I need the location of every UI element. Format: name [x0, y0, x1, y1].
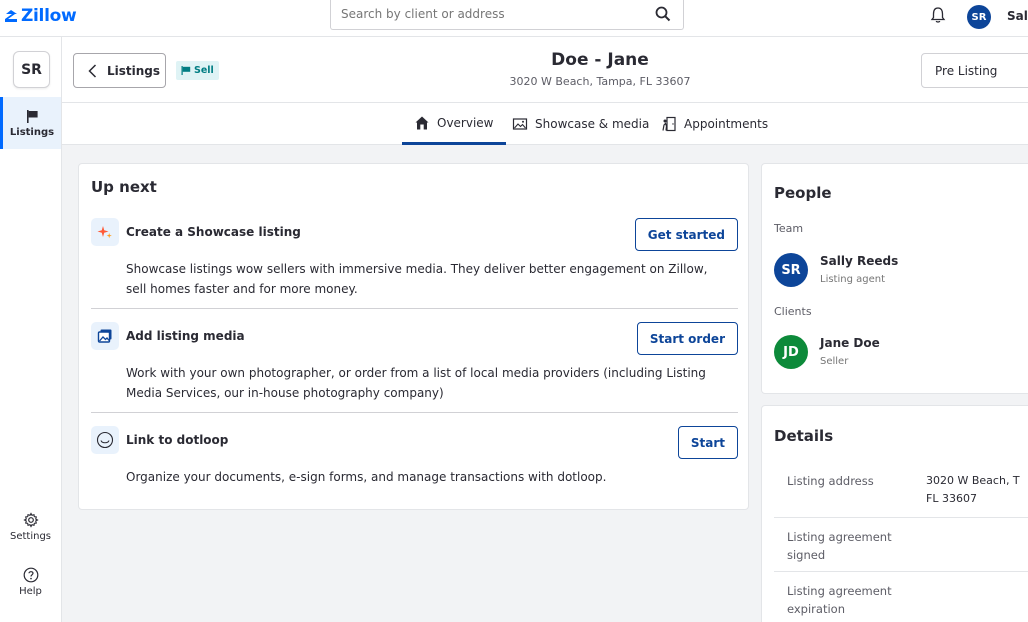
person-role: Seller — [820, 356, 849, 367]
zillow-z-icon — [5, 10, 17, 22]
rail-avatar[interactable]: SR — [13, 51, 50, 88]
sell-badge: Sell — [176, 61, 219, 80]
image-icon — [512, 118, 528, 130]
tab-label: Appointments — [684, 117, 769, 131]
detail-label: Listing agreement expiration — [787, 584, 892, 616]
task-description: Organize your documents, e-sign forms, a… — [126, 470, 607, 484]
bell-icon[interactable] — [929, 6, 947, 24]
start-dotloop-button[interactable]: Start — [677, 426, 738, 459]
detail-label: Listing address — [787, 474, 874, 488]
user-name[interactable]: Sally — [1007, 9, 1028, 23]
search-icon[interactable] — [655, 6, 671, 22]
tab-label: Overview — [437, 115, 494, 130]
flag-icon — [181, 66, 191, 75]
people-card: People Team SR Sally Reeds Listing agent… — [761, 163, 1028, 394]
settings-label: Settings — [9, 531, 51, 542]
help-label: Help — [19, 586, 42, 597]
detail-value-line: 3020 W Beach, T — [926, 474, 1020, 487]
dotloop-icon — [91, 426, 119, 454]
tab-label: Showcase & media — [535, 117, 650, 131]
left-rail: SR Listings Settings Help — [0, 37, 62, 622]
tab-bar: Overview Showcase & media Appointments — [62, 103, 1028, 145]
task-link-dotloop: Link to dotloop Start Organize your docu… — [91, 426, 738, 486]
detail-value-line: FL 33607 — [926, 492, 977, 505]
zillow-logo[interactable]: Zillow — [4, 6, 77, 26]
people-heading: People — [774, 184, 832, 202]
back-to-listings-button[interactable]: Listings — [73, 53, 166, 88]
task-title: Add listing media — [126, 329, 245, 343]
detail-row: Listing agreement signed — [774, 517, 1028, 571]
task-title: Link to dotloop — [126, 433, 229, 447]
avatar[interactable]: JD — [774, 335, 808, 369]
listing-header: Listings Sell Doe - Jane 3020 W Beach, T… — [62, 37, 1028, 103]
task-divider — [91, 308, 738, 309]
detail-row: Listing address 3020 W Beach, T FL 33607 — [774, 453, 1028, 517]
task-title: Create a Showcase listing — [126, 225, 301, 239]
top-bar: Zillow SR Sally — [0, 0, 1028, 37]
sell-badge-label: Sell — [194, 65, 214, 76]
up-next-heading: Up next — [91, 178, 157, 196]
avatar[interactable]: SR — [774, 253, 808, 287]
detail-value: 3020 W Beach, T FL 33607 — [926, 472, 1028, 508]
back-button-label: Listings — [107, 63, 161, 78]
sparkle-icon — [91, 218, 119, 246]
listing-status-select[interactable]: Pre Listing — [921, 53, 1028, 88]
search-box[interactable] — [330, 0, 684, 30]
task-add-listing-media: Add listing media Start order Work with … — [91, 322, 738, 412]
team-label: Team — [774, 222, 804, 235]
rail-item-settings[interactable]: Settings — [0, 512, 61, 542]
page-title: Doe - Jane — [551, 50, 649, 70]
chevron-left-icon — [88, 63, 97, 78]
tab-appointments[interactable]: Appointments — [661, 103, 768, 145]
person-role: Listing agent — [820, 274, 886, 285]
task-create-showcase: Create a Showcase listing Get started Sh… — [91, 218, 738, 308]
gear-icon — [22, 512, 39, 528]
tab-showcase-media[interactable]: Showcase & media — [512, 103, 649, 145]
task-description: Work with your own photographer, or orde… — [126, 366, 706, 400]
details-card: Details Listing address 3020 W Beach, T … — [761, 405, 1028, 622]
rail-item-listings[interactable]: Listings — [0, 97, 61, 149]
listing-address: 3020 W Beach, Tampa, FL 33607 — [509, 75, 691, 88]
rail-item-help[interactable]: Help — [0, 567, 61, 597]
rail-item-label: Listings — [9, 127, 55, 138]
up-next-card: Up next Create a Showcase listing Get st… — [78, 163, 749, 510]
detail-row: Listing agreement expiration — [774, 571, 1028, 622]
logo-text: Zillow — [21, 6, 77, 26]
search-input[interactable] — [331, 0, 631, 28]
help-icon — [23, 567, 38, 583]
photo-icon — [91, 322, 119, 350]
person-name[interactable]: Jane Doe — [820, 336, 880, 350]
clients-label: Clients — [774, 305, 812, 318]
flag-icon — [27, 110, 38, 123]
home-icon — [415, 116, 429, 129]
get-started-button[interactable]: Get started — [634, 218, 738, 251]
task-description: Showcase listings wow sellers with immer… — [126, 262, 708, 296]
start-order-button[interactable]: Start order — [636, 322, 738, 355]
details-heading: Details — [774, 427, 834, 445]
tab-overview[interactable]: Overview — [402, 103, 506, 145]
door-icon — [662, 116, 676, 132]
user-avatar[interactable]: SR — [967, 5, 991, 29]
detail-label: Listing agreement signed — [787, 530, 892, 562]
person-name[interactable]: Sally Reeds — [820, 254, 898, 268]
task-divider — [91, 412, 738, 413]
